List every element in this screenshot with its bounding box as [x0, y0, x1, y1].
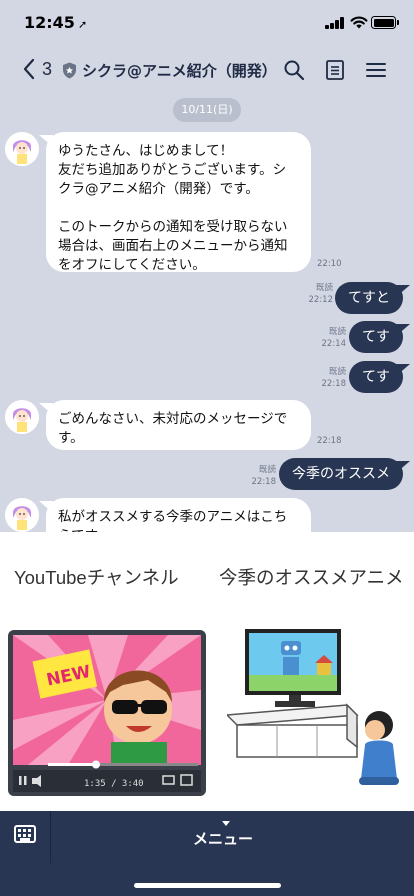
date-separator: 10/11(日) — [173, 98, 241, 122]
status-time: 12:45 ➚ — [24, 13, 88, 32]
message-read-status: 既読 22:14 — [321, 327, 347, 349]
message-time: 22:10 — [317, 259, 342, 269]
back-chevron-icon — [23, 58, 35, 80]
menu-icon[interactable] — [364, 58, 388, 82]
avatar[interactable] — [5, 400, 39, 434]
message-bubble-outgoing: 今季のオススメ — [279, 458, 403, 490]
avatar[interactable] — [5, 498, 39, 532]
chat-area[interactable]: 10/11(日) ゆうたさん、はじめまして！ 友だち追加ありがとうございます。シ… — [0, 96, 414, 532]
message-read-status: 既読 22:18 — [251, 465, 277, 487]
message-read-status: 既読 22:12 — [308, 283, 334, 305]
location-icon: ➚ — [77, 18, 88, 31]
youtube-channel-label: YouTubeチャンネル — [14, 567, 179, 588]
back-button[interactable]: 3 — [22, 58, 52, 80]
message-read-status: 既読 22:18 — [321, 367, 347, 389]
video-player-illustration: NEW 1:35 / 3:40 — [8, 630, 206, 796]
message-bubble-outgoing: てすと — [335, 282, 403, 314]
notes-icon[interactable] — [323, 58, 347, 82]
shield-icon — [63, 62, 76, 79]
cellular-signal-icon — [325, 17, 345, 29]
message-time: 22:18 — [317, 436, 342, 446]
message-bubble-incoming: ごめんなさい、未対応のメッセージです。 — [46, 400, 311, 450]
search-icon[interactable] — [282, 58, 306, 82]
seasonal-anime-label: 今季のオススメアニメ — [219, 567, 404, 588]
youtube-channel-button[interactable]: YouTubeチャンネル NEW 1:35 / 3:40 — [0, 532, 207, 811]
avatar[interactable] — [5, 132, 39, 166]
character-avatar-icon — [5, 400, 39, 434]
menu-divider — [50, 811, 51, 863]
status-bar: 12:45 ➚ — [0, 0, 414, 46]
bottom-menu-bar: メニュー — [0, 811, 414, 896]
rich-menu-toggle[interactable]: メニュー — [193, 828, 253, 849]
rich-menu: YouTubeチャンネル NEW 1:35 / 3:40 今季のオススメアニメ — [0, 532, 414, 811]
battery-icon — [371, 16, 399, 29]
message-bubble-incoming: ゆうたさん、はじめまして！ 友だち追加ありがとうございます。シクラ@アニメ紹介（… — [46, 132, 311, 273]
video-time: 1:35 / 3:40 — [84, 779, 144, 789]
unread-count: 3 — [42, 58, 53, 79]
keyboard-icon[interactable] — [14, 825, 36, 843]
menu-toggle-caret-icon[interactable] — [222, 821, 230, 826]
message-bubble-incoming: 私がオススメする今季のアニメはこちらです — [46, 498, 311, 532]
message-bubble-outgoing: てす — [349, 321, 403, 353]
home-indicator — [134, 883, 281, 888]
seasonal-anime-button[interactable]: 今季のオススメアニメ — [207, 532, 414, 811]
character-avatar-icon — [5, 498, 39, 532]
tv-illustration — [227, 629, 399, 785]
chat-title: シクラ@アニメ紹介（開発） — [82, 62, 277, 80]
chat-header: 3 シクラ@アニメ紹介（開発） — [0, 46, 414, 96]
wifi-icon — [350, 16, 368, 29]
character-avatar-icon — [5, 132, 39, 166]
message-bubble-outgoing: てす — [349, 361, 403, 393]
